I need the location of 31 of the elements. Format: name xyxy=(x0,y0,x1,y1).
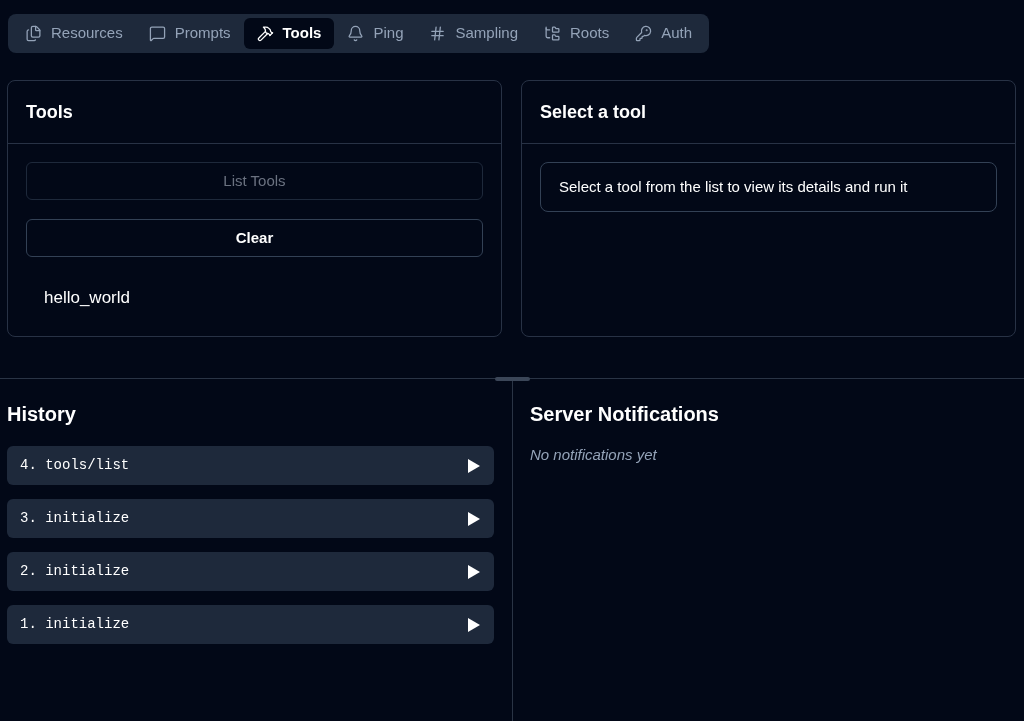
section-title: Server Notifications xyxy=(530,402,720,427)
tab[interactable]: Resources xyxy=(12,18,136,49)
section-title: History xyxy=(7,402,77,427)
history-entry-label: 3. initialize xyxy=(20,509,130,528)
tab[interactable]: Auth xyxy=(622,18,706,49)
card-title: Tools xyxy=(26,100,73,124)
tab[interactable]: Ping xyxy=(334,18,417,49)
history-entry-label: 1. initialize xyxy=(20,615,130,634)
info-message: Select a tool from the list to view its details and run it xyxy=(540,162,997,212)
folder-tree-icon xyxy=(544,25,562,42)
card-title: Select a tool xyxy=(540,100,647,124)
resize-handle[interactable] xyxy=(495,377,530,381)
hammer-icon xyxy=(256,25,274,42)
tab[interactable]: Prompts xyxy=(135,18,244,49)
history-entry[interactable]: 4. tools/list xyxy=(7,446,494,485)
tab[interactable]: Roots xyxy=(531,18,623,49)
key-icon xyxy=(635,25,653,42)
history-entry[interactable]: 3. initialize xyxy=(7,499,494,538)
speech-bubble-icon xyxy=(148,25,166,42)
files-icon xyxy=(25,25,42,42)
tool-list-item[interactable]: hello_world xyxy=(26,274,483,322)
clear-button[interactable]: Clear xyxy=(26,219,483,257)
history-entry[interactable]: 1. initialize xyxy=(7,605,494,644)
tab[interactable]: Sampling xyxy=(416,18,532,49)
empty-message: No notifications yet xyxy=(530,445,658,465)
bell-icon xyxy=(347,25,365,42)
tab[interactable]: Tools xyxy=(243,18,335,49)
history-entry-label: 4. tools/list xyxy=(20,456,130,475)
history-entry[interactable]: 2. initialize xyxy=(7,552,494,591)
hash-icon xyxy=(429,25,447,42)
history-entry-label: 2. initialize xyxy=(20,562,130,581)
